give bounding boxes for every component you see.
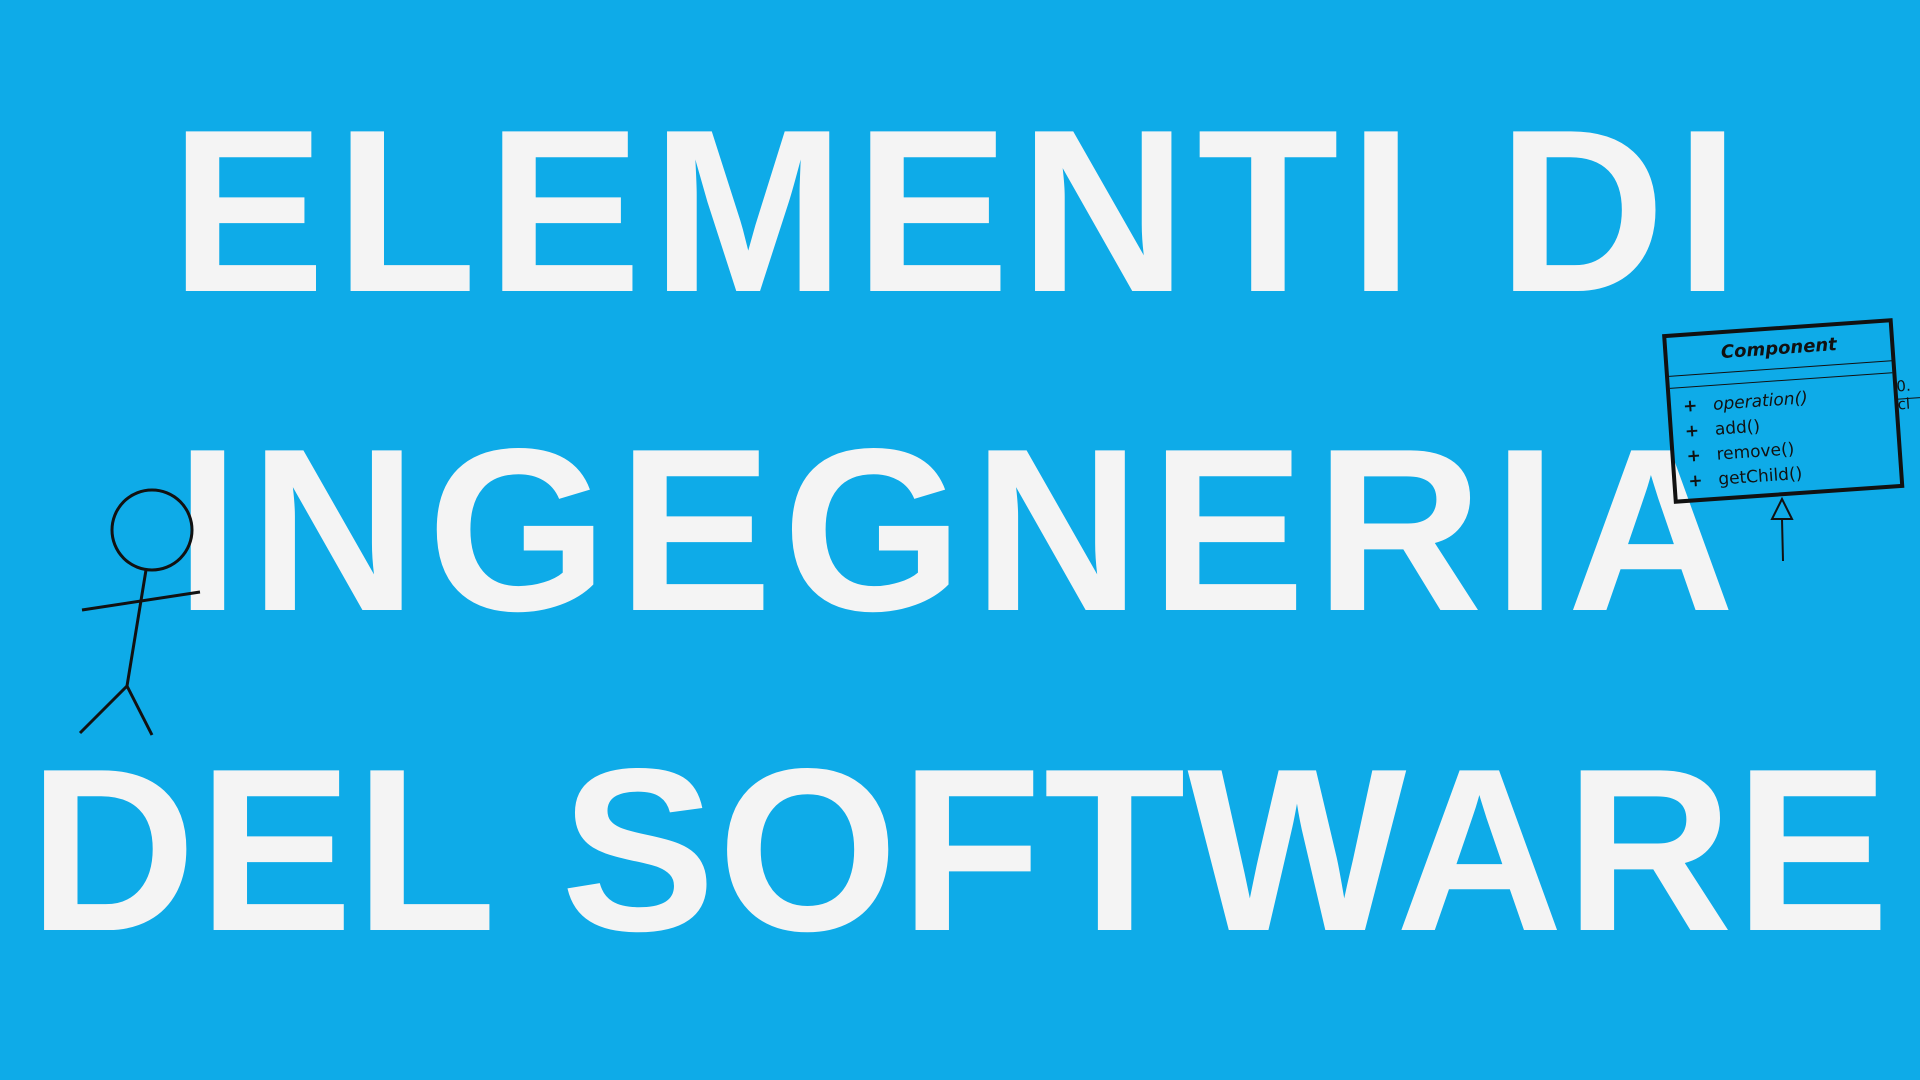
- uml-association-label: 0. cl: [1896, 377, 1913, 414]
- title-line-1: ELEMENTI DI: [170, 82, 1750, 341]
- uml-operations-list: + operation() + add() + remove() + getChild(…: [1682, 386, 1814, 494]
- visibility-marker: +: [1684, 420, 1700, 442]
- title-line-2: INGEGNERIA: [175, 401, 1745, 660]
- uml-class-box: Component + operation() + add() + remove() …: [1650, 289, 1905, 504]
- visibility-marker: +: [1685, 445, 1702, 467]
- uml-class-name: Component: [1720, 334, 1838, 364]
- operation-name: operation(): [1712, 388, 1809, 415]
- uml-class-frame: Component + operation() + add() + remove() …: [1662, 318, 1905, 504]
- stick-figure-icon: [78, 488, 201, 736]
- operation-name: getChild(): [1717, 463, 1803, 490]
- thumbnail-canvas: ELEMENTI DI INGEGNERIA DEL SOFTWARE Comp…: [0, 0, 1920, 1080]
- uml-class-diagram: Component + operation() + add() + remove() …: [1650, 305, 1920, 565]
- association-multiplicity: 0.: [1895, 376, 1912, 396]
- operation-name: remove(): [1715, 439, 1795, 465]
- inheritance-arrow-icon: [1770, 497, 1794, 562]
- visibility-marker: +: [1687, 470, 1704, 492]
- title-line-3: DEL SOFTWARE: [28, 721, 1892, 980]
- visibility-marker: +: [1682, 395, 1699, 417]
- uml-divider-bottom: [1669, 372, 1893, 389]
- operation-name: add(): [1714, 416, 1761, 440]
